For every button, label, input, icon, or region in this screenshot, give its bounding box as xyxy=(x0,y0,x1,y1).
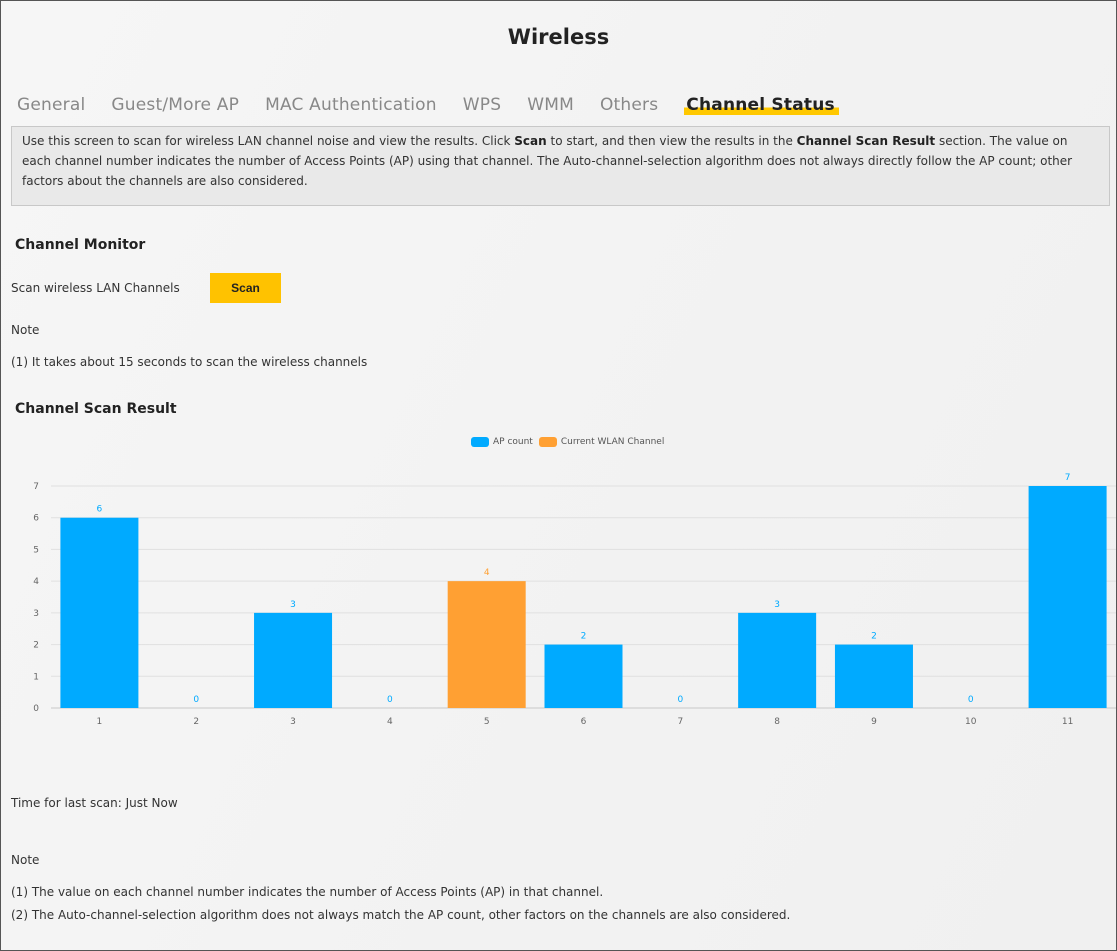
channel-monitor-heading: Channel Monitor xyxy=(15,237,146,253)
x-tick-label: 11 xyxy=(1062,717,1073,726)
bar xyxy=(834,644,913,708)
bar xyxy=(254,612,333,708)
wireless-page: Wireless General Guest/More AP MAC Authe… xyxy=(0,0,1117,951)
monitor-note-label: Note xyxy=(11,323,40,337)
tab-mac-authentication[interactable]: MAC Authentication xyxy=(265,95,437,115)
description-result-word: Channel Scan Result xyxy=(796,134,936,148)
data-label: 0 xyxy=(387,695,393,705)
y-tick-label: 6 xyxy=(33,514,39,524)
data-label: 2 xyxy=(871,632,877,642)
bar xyxy=(447,581,526,708)
bar xyxy=(738,612,817,708)
data-label: 7 xyxy=(1065,473,1071,483)
monitor-note-line: (1) It takes about 15 seconds to scan th… xyxy=(11,355,368,369)
x-tick-label: 1 xyxy=(97,717,103,726)
data-label: 4 xyxy=(484,568,490,578)
tab-wmm[interactable]: WMM xyxy=(527,95,574,115)
tab-guest-more-ap[interactable]: Guest/More AP xyxy=(111,95,239,115)
legend-ap-count-label: AP count xyxy=(493,437,533,447)
x-tick-label: 8 xyxy=(774,717,780,726)
description-part1: Use this screen to scan for wireless LAN… xyxy=(22,134,515,148)
y-tick-label: 3 xyxy=(33,609,39,619)
page-title: Wireless xyxy=(507,25,610,49)
bar xyxy=(544,644,623,708)
data-label: 0 xyxy=(677,695,683,705)
y-tick-label: 7 xyxy=(33,482,39,492)
legend-current-channel[interactable]: Current WLAN Channel xyxy=(538,437,665,447)
tab-general[interactable]: General xyxy=(17,95,85,115)
bar xyxy=(1028,486,1107,708)
last-scan-time: Time for last scan: Just Now xyxy=(11,796,178,810)
result-note-2: (2) The Auto-channel-selection algorithm… xyxy=(11,908,791,922)
tab-channel-status[interactable]: Channel Status xyxy=(684,95,839,115)
x-tick-label: 10 xyxy=(965,717,977,726)
channel-scan-result-heading: Channel Scan Result xyxy=(15,401,177,417)
legend-current-channel-label: Current WLAN Channel xyxy=(560,437,665,447)
legend-current-channel-swatch xyxy=(538,437,557,447)
y-tick-label: 0 xyxy=(33,704,39,714)
scan-label: Scan wireless LAN Channels xyxy=(11,281,180,295)
tab-bar: General Guest/More AP MAC Authentication… xyxy=(17,95,865,115)
chart-legend: AP count Current WLAN Channel xyxy=(471,437,670,447)
tab-wps[interactable]: WPS xyxy=(463,95,501,115)
y-tick-label: 5 xyxy=(33,545,39,555)
result-note-label: Note xyxy=(11,853,40,867)
x-tick-label: 3 xyxy=(290,717,296,726)
y-tick-label: 4 xyxy=(33,577,39,587)
bar xyxy=(60,517,139,708)
x-tick-label: 6 xyxy=(581,717,587,726)
data-label: 2 xyxy=(581,632,587,642)
scan-button[interactable]: Scan xyxy=(210,273,281,303)
description-box: Use this screen to scan for wireless LAN… xyxy=(11,126,1110,206)
description-text: Use this screen to scan for wireless LAN… xyxy=(22,131,1099,191)
data-label: 0 xyxy=(968,695,974,705)
description-part2: to start, and then view the results in t… xyxy=(546,134,797,148)
data-label: 3 xyxy=(774,600,780,610)
data-label: 6 xyxy=(97,505,103,515)
x-tick-label: 4 xyxy=(387,717,393,726)
description-scan-word: Scan xyxy=(514,134,547,148)
y-tick-label: 1 xyxy=(33,672,39,682)
x-tick-label: 5 xyxy=(484,717,490,726)
data-label: 3 xyxy=(290,600,296,610)
tab-others[interactable]: Others xyxy=(600,95,658,115)
data-label: 0 xyxy=(193,695,199,705)
channel-scan-chart: 01234567610233044526073829010711 xyxy=(33,473,1116,726)
x-tick-label: 7 xyxy=(677,717,683,726)
x-tick-label: 9 xyxy=(871,717,877,726)
result-note-1: (1) The value on each channel number ind… xyxy=(11,885,604,899)
y-tick-label: 2 xyxy=(33,641,39,651)
x-tick-label: 2 xyxy=(193,717,199,726)
legend-ap-count-swatch xyxy=(471,437,489,447)
legend-ap-count[interactable]: AP count xyxy=(471,437,533,447)
